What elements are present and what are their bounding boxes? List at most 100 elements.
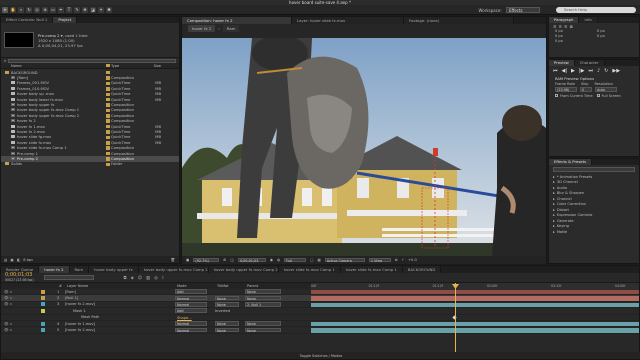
label-color-chip[interactable]: [106, 146, 110, 150]
first-frame-icon[interactable]: ⏮: [553, 68, 558, 74]
timeline-tab[interactable]: Ram: [69, 266, 90, 273]
align-center-icon[interactable]: ≡: [559, 24, 563, 29]
layer-duration-bar[interactable]: [311, 290, 639, 295]
loop-icon[interactable]: ↻: [604, 68, 608, 74]
trash-icon[interactable]: 🗑: [170, 258, 175, 262]
layer-label-color[interactable]: [41, 289, 45, 294]
space-after-value[interactable]: 0 px: [555, 39, 597, 44]
play-icon[interactable]: ▶: [571, 68, 575, 74]
timeline-tab[interactable]: BACKGROUND: [402, 266, 442, 273]
ram-preview-icon[interactable]: ▶▶: [612, 68, 620, 74]
column-size[interactable]: Size: [147, 64, 161, 68]
next-frame-icon[interactable]: |▶: [579, 68, 585, 74]
project-item[interactable]: hover fx 1.mov QuickTime MB: [1, 124, 179, 129]
column-parent[interactable]: Parent: [247, 284, 287, 288]
layer-name[interactable]: Mask Path: [65, 315, 175, 319]
breadcrumb-hover-fx-2[interactable]: hover fx 2: [188, 25, 216, 32]
skip-input[interactable]: 0: [580, 87, 592, 92]
layer-mode-select[interactable]: Add: [175, 289, 207, 294]
space-before-value[interactable]: 0 px: [597, 34, 639, 39]
tab-effects-presets[interactable]: Effects & Presets: [549, 159, 593, 165]
timeline-tab[interactable]: hover slide fx.mov Comp 1: [278, 266, 341, 273]
zoom-tool-icon[interactable]: ⌕: [18, 6, 24, 13]
column-layer-name[interactable]: Layer Name: [67, 284, 177, 288]
expand-arrow-icon[interactable]: ▸: [553, 191, 555, 195]
project-item[interactable]: hover body up .mov QuickTime MB: [1, 92, 179, 97]
label-color-chip[interactable]: [106, 70, 110, 75]
full-screen-checkbox[interactable]: [596, 94, 600, 98]
workspace-select[interactable]: Effects: [506, 7, 540, 13]
layer-trkmat-select[interactable]: None: [215, 321, 239, 326]
layer-switches[interactable]: 👁 ▫: [1, 302, 31, 306]
snapshot-icon[interactable]: ◉: [270, 258, 273, 262]
channel-icon[interactable]: ◍: [277, 258, 280, 262]
fast-preview-icon[interactable]: ⚡: [402, 258, 405, 262]
layer-name[interactable]: [Null 1]: [65, 296, 175, 300]
label-color-chip[interactable]: [106, 81, 110, 86]
selection-tool-icon[interactable]: ➤: [2, 6, 8, 13]
resolution-select-preview[interactable]: Auto: [595, 87, 617, 92]
project-item[interactable]: hover slide fx.mov QuickTime MB: [1, 140, 179, 145]
bit-depth-label[interactable]: 8 bpc: [23, 258, 33, 262]
layer-label-color[interactable]: [41, 315, 45, 319]
current-time-display[interactable]: 0;00;01;03: [237, 257, 266, 263]
motion-blur-icon[interactable]: ◎: [154, 275, 158, 280]
column-type[interactable]: Type: [111, 64, 147, 68]
tab-info[interactable]: Info: [579, 17, 598, 23]
camera-tool-icon[interactable]: ◎: [34, 6, 40, 13]
layer-parent-select[interactable]: None: [245, 321, 281, 326]
label-color-chip[interactable]: [106, 103, 110, 107]
label-color-chip[interactable]: [106, 162, 110, 167]
exposure-value[interactable]: +0.0: [408, 258, 417, 262]
layer-label-color[interactable]: [41, 328, 45, 333]
frame-rate-select[interactable]: (23.98): [555, 87, 577, 92]
from-current-checkbox[interactable]: [555, 94, 558, 98]
expand-arrow-icon[interactable]: ▸: [553, 230, 555, 234]
layer-switches[interactable]: 👁 ▫: [1, 296, 31, 300]
audio-icon[interactable]: ♪: [597, 68, 600, 74]
brush-tool-icon[interactable]: ✎: [74, 6, 80, 13]
project-item[interactable]: hover body lower fx.mov QuickTime MB: [1, 97, 179, 102]
expand-arrow-icon[interactable]: ▸: [553, 213, 555, 217]
tab-preview[interactable]: Preview: [549, 60, 575, 66]
timeline-tab[interactable]: hover fx 2: [39, 266, 70, 273]
timeline-tab[interactable]: hover slide fx.mov Comp 1: [340, 266, 403, 273]
expand-arrow-icon[interactable]: ▸: [553, 224, 555, 228]
tab-layer[interactable]: Layer: hover slide fx.mov: [292, 17, 404, 24]
layer-label-color[interactable]: [41, 308, 45, 313]
timeline-current-time[interactable]: 0;00;01;03: [5, 273, 34, 278]
tab-paragraph[interactable]: Paragraph: [549, 17, 580, 23]
composition-viewer[interactable]: [182, 38, 546, 256]
timeline-tab[interactable]: hover body upper fx.mov Comp 2: [208, 266, 279, 273]
layer-mode-select[interactable]: Normal: [175, 327, 207, 332]
interpret-footage-icon[interactable]: ▤: [4, 258, 7, 262]
layer-duration-bar[interactable]: [311, 321, 639, 327]
frame-blending-icon[interactable]: ▥: [146, 275, 150, 280]
column-trkmat[interactable]: TrkMat: [217, 284, 247, 288]
layer-parent-select[interactable]: None: [245, 295, 281, 300]
layer-parent-select[interactable]: None: [245, 327, 281, 332]
magnification-select[interactable]: (92.7%): [193, 257, 220, 263]
label-color-chip[interactable]: [106, 108, 110, 113]
resolution-select[interactable]: Full: [284, 257, 307, 263]
label-color-chip[interactable]: [106, 119, 110, 123]
align-right-icon[interactable]: ≡: [564, 24, 568, 29]
new-folder-icon[interactable]: ▣: [10, 258, 13, 262]
layer-label-color[interactable]: [41, 302, 45, 307]
layer-parent-select[interactable]: None: [245, 289, 281, 294]
expand-arrow-icon[interactable]: ▸: [553, 208, 555, 212]
transparency-grid-icon[interactable]: ▦: [318, 258, 321, 262]
tab-effect-controls[interactable]: Effect Controls: Null 1: [1, 17, 54, 23]
layer-name[interactable]: [hover fx 2.mov]: [65, 302, 175, 306]
layer-name[interactable]: [Ram]: [65, 290, 175, 294]
project-item[interactable]: Frames_001.MOV QuickTime MB: [1, 81, 179, 86]
tab-composition[interactable]: Composition: hover fx 2: [182, 17, 292, 24]
eraser-tool-icon[interactable]: ◪: [90, 6, 96, 13]
expand-arrow-icon[interactable]: ▸: [553, 186, 555, 190]
layer-name[interactable]: Mask 1: [65, 309, 175, 313]
expand-arrow-icon[interactable]: ▸: [553, 202, 555, 206]
clone-stamp-tool-icon[interactable]: ⎈: [82, 6, 88, 13]
layer-mode-select[interactable]: Normal: [175, 295, 207, 300]
expand-arrow-icon[interactable]: ▸: [553, 219, 555, 223]
tab-footage[interactable]: Footage: (none): [404, 17, 514, 24]
